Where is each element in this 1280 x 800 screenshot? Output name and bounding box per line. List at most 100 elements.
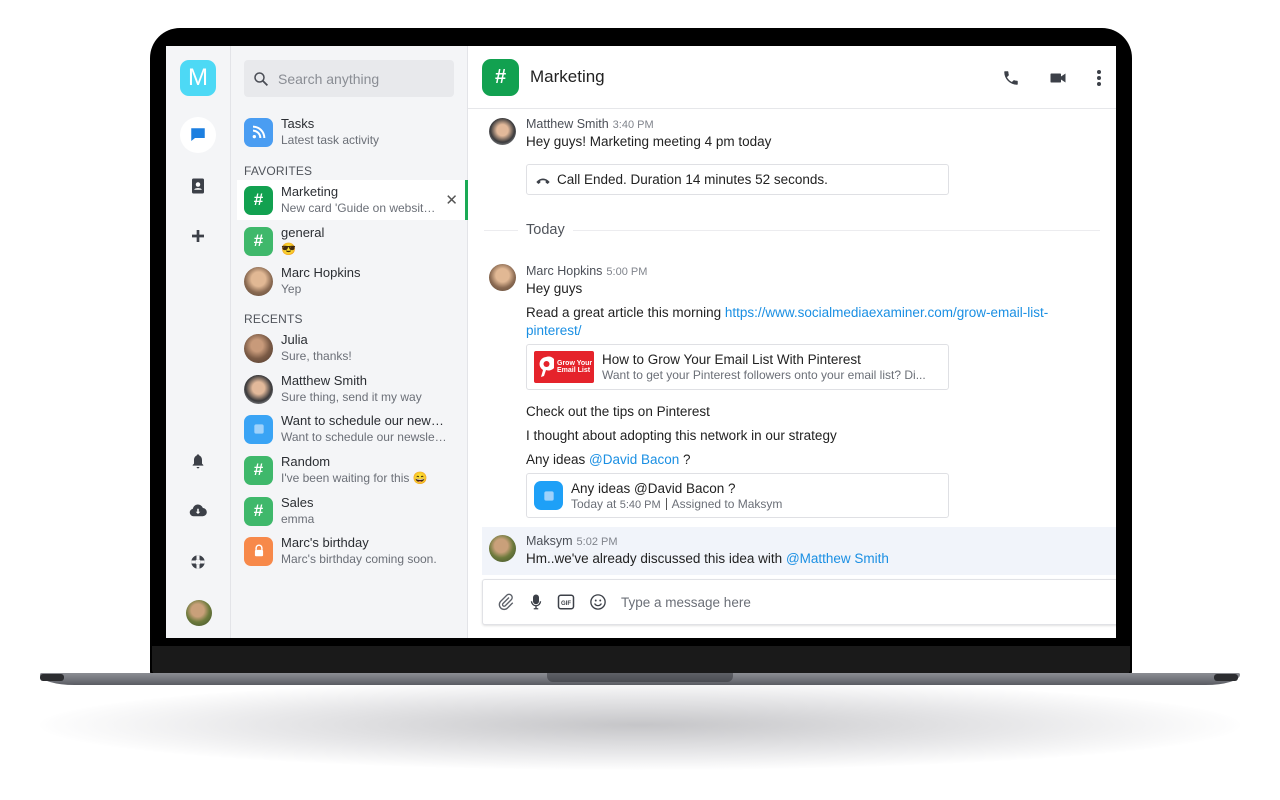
task-icon (534, 481, 563, 510)
laptop-foot-left (40, 674, 64, 681)
message-text: I thought about adopting this network in… (526, 428, 837, 443)
text-span: ? (679, 452, 691, 467)
message-time: 5:00 PM (606, 266, 648, 278)
rss-icon (244, 117, 273, 147)
recents-heading: RECENTS (244, 312, 303, 326)
lifebuoy-icon (191, 555, 205, 569)
rail-download-button[interactable] (180, 493, 216, 529)
item-subtitle: 😎 (281, 242, 296, 256)
hang-up-icon (536, 178, 550, 184)
author-name[interactable]: Maksym (526, 534, 573, 548)
date-divider-label: Today (518, 222, 573, 238)
avatar (489, 118, 516, 145)
rail-notifications-button[interactable] (180, 443, 216, 479)
workspace-logo[interactable]: M (180, 60, 216, 96)
search-box[interactable] (244, 60, 454, 97)
search-input[interactable] (278, 70, 438, 87)
phone-icon (1004, 70, 1018, 85)
rail-add-button[interactable] (180, 218, 216, 254)
sidebar-item-matthew-smith[interactable]: Matthew Smith Sure thing, send it my way (237, 369, 468, 409)
paperclip-icon (498, 593, 514, 611)
search-icon (254, 71, 269, 86)
author-name[interactable]: Marc Hopkins (526, 264, 602, 278)
voice-button[interactable] (529, 593, 543, 611)
laptop-foot-right (1214, 674, 1238, 681)
item-subtitle: Yep (281, 282, 302, 296)
item-title: Julia (281, 332, 308, 347)
text-span: Read a great article this morning (526, 305, 725, 320)
thumbnail-caption: Grow Your Email List (557, 360, 593, 374)
gif-button[interactable]: GIF (557, 593, 575, 611)
message-text: Hm..we've already discussed this idea wi… (526, 551, 889, 566)
avatar (489, 535, 516, 562)
gif-icon: GIF (557, 594, 575, 610)
channel-title: Marketing (530, 67, 605, 86)
channel-header: # Marketing (468, 46, 1116, 109)
message-text: Any ideas @David Bacon ? (526, 452, 691, 467)
avatar (244, 266, 273, 296)
sidebar-item-marcs-birthday[interactable]: Marc's birthday Marc's birthday coming s… (237, 531, 468, 571)
link-preview-card[interactable]: Grow Your Email List How to Grow Your Ema… (526, 344, 949, 390)
close-icon[interactable]: ✕ (445, 191, 458, 209)
hash-icon: # (482, 58, 519, 96)
item-subtitle: Want to schedule our newsletter (281, 430, 449, 444)
svg-text:GIF: GIF (561, 601, 571, 607)
sidebar-item-sales[interactable]: # Sales emma (237, 491, 468, 531)
text-span: Hm..we've already discussed this idea wi… (526, 551, 786, 566)
item-subtitle: Latest task activity (281, 133, 380, 147)
call-button[interactable] (1002, 69, 1020, 87)
sidebar-item-newsletter-task[interactable]: Want to schedule our newsletter Want to … (237, 409, 468, 449)
rail-contacts-button[interactable] (180, 168, 216, 204)
emoji-button[interactable] (589, 593, 607, 611)
author-name[interactable]: Matthew Smith (526, 117, 609, 131)
pinterest-logo-icon (539, 356, 554, 377)
item-subtitle: I've been waiting for this 😄 (281, 471, 428, 485)
item-title: Sales (281, 495, 314, 510)
more-vertical-icon (1097, 69, 1101, 86)
task-time: 5:40 PM (619, 498, 661, 511)
chat-bubble-icon (191, 128, 205, 141)
conversation-sidebar: Tasks Latest task activity FAVORITES # M… (231, 46, 468, 638)
article-link-continued[interactable]: pinterest/ (526, 323, 582, 338)
attach-button[interactable] (497, 593, 515, 611)
item-subtitle: Sure, thanks! (281, 349, 352, 363)
sidebar-item-julia[interactable]: Julia Sure, thanks! (237, 328, 468, 368)
sidebar-item-tasks[interactable]: Tasks Latest task activity (237, 112, 468, 152)
emoji-icon (590, 594, 606, 610)
rail-help-button[interactable] (180, 544, 216, 580)
mention[interactable]: @David Bacon (589, 452, 679, 467)
video-camera-icon (1050, 73, 1066, 82)
rail-chat-button[interactable] (180, 117, 216, 153)
item-title: Marc Hopkins (281, 265, 361, 280)
laptop-notch (547, 673, 733, 682)
item-title: Matthew Smith (281, 373, 367, 388)
sidebar-item-random[interactable]: # Random I've been waiting for this 😄 (237, 450, 468, 490)
task-card[interactable]: Any ideas @David Bacon ? Today at 5:40 P… (526, 473, 949, 518)
sidebar-item-marketing[interactable]: # Marketing New card 'Guide on website o… (237, 180, 468, 220)
task-title: Any ideas @David Bacon ? (571, 480, 736, 496)
item-subtitle: emma (281, 512, 315, 526)
video-call-button[interactable] (1048, 69, 1068, 87)
item-title: Marc's birthday (281, 535, 369, 550)
message-text: Hey guys! Marketing meeting 4 pm today (526, 134, 772, 149)
sidebar-item-marc-hopkins[interactable]: Marc Hopkins Yep (237, 261, 468, 301)
user-avatar[interactable] (186, 600, 212, 626)
hash-icon: # (244, 185, 273, 215)
more-options-button[interactable] (1096, 69, 1102, 87)
preview-title: How to Grow Your Email List With Pintere… (602, 352, 861, 367)
message-text: Check out the tips on Pinterest (526, 404, 710, 419)
preview-description: Want to get your Pinterest followers ont… (602, 368, 926, 382)
sidebar-item-general[interactable]: # general 😎 (237, 221, 468, 261)
message-input[interactable] (621, 594, 1116, 610)
item-title: Random (281, 454, 331, 469)
mention[interactable]: @Matthew Smith (786, 551, 889, 566)
chat-panel: # Marketing Matthew Smith 3:40 PM Hey gu… (468, 46, 1116, 638)
article-link[interactable]: https://www.socialmediaexaminer.com/grow… (725, 305, 1048, 320)
message-author: Maksym 5:02 PM (526, 534, 618, 548)
microphone-icon (530, 594, 542, 610)
message-composer: GIF (482, 579, 1116, 625)
lock-icon (244, 536, 273, 566)
message-author: Matthew Smith 3:40 PM (526, 117, 654, 131)
separator (665, 497, 667, 510)
item-title: Want to schedule our newsletter (281, 413, 449, 428)
